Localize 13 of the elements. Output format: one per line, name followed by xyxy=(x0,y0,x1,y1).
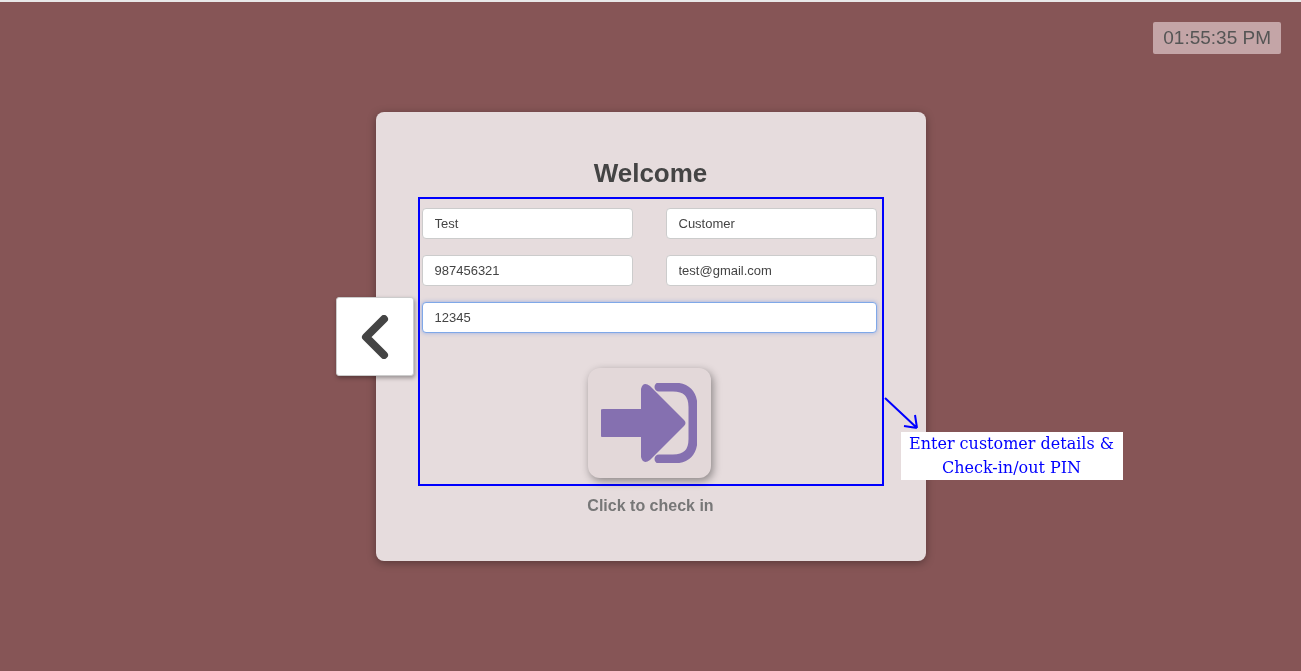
input-field[interactable]: 12345 xyxy=(421,302,877,333)
input-field[interactable]: 987456321 xyxy=(421,255,633,286)
check-in-caption: Click to check in xyxy=(587,497,714,515)
chevron-left-icon xyxy=(359,314,390,359)
sign-in-icon xyxy=(601,383,697,463)
back-button[interactable] xyxy=(335,297,414,376)
clock-display: 01:55:35 PM xyxy=(1153,22,1281,54)
input-field[interactable]: Customer xyxy=(665,208,877,239)
annotation-callout: Enter customer details & Check-in/out PIN xyxy=(900,432,1123,480)
welcome-title: Welcome xyxy=(593,158,708,189)
check-in-button[interactable] xyxy=(587,368,711,478)
input-field[interactable]: test@gmail.com xyxy=(665,255,877,286)
input-field[interactable]: Test xyxy=(421,208,633,239)
